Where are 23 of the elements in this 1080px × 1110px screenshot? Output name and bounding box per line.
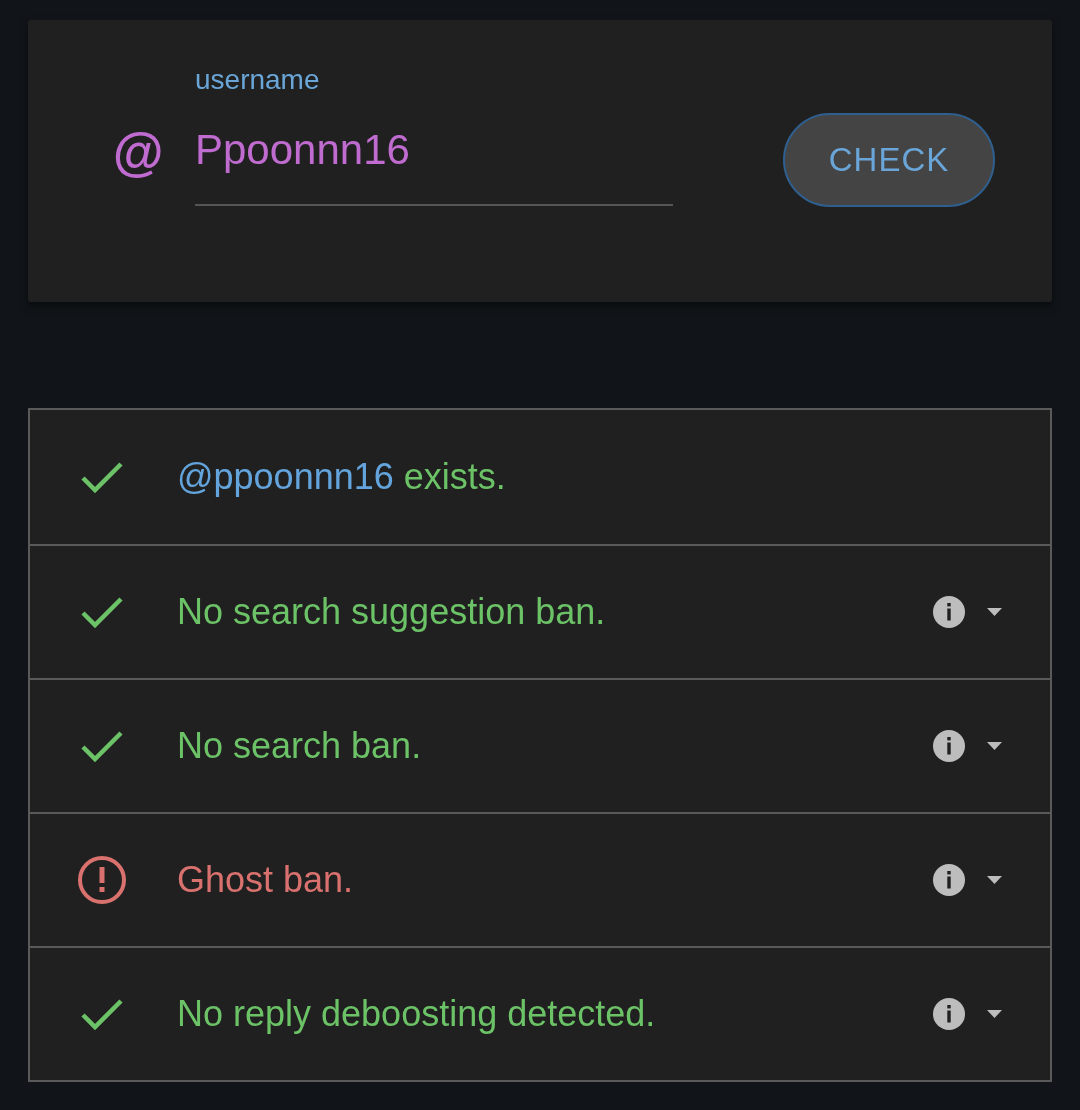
check-icon — [80, 729, 124, 763]
result-text: No reply deboosting detected. — [177, 996, 656, 1032]
info-icon[interactable] — [933, 730, 965, 762]
caret-icon[interactable] — [987, 742, 1002, 750]
field-label: username — [195, 66, 321, 94]
result-text: Ghost ban. — [177, 862, 354, 898]
check-icon — [80, 595, 124, 629]
username-link[interactable]: @ppoonnn16 — [177, 456, 394, 497]
result-text: No search ban. — [177, 728, 422, 764]
check-button[interactable]: CHECK — [783, 113, 995, 207]
result-text: @ppoonnn16 exists. — [177, 459, 506, 495]
at-sign-icon: @ — [112, 126, 168, 178]
check-icon — [80, 997, 124, 1031]
username-field[interactable]: Ppoonnn16 — [195, 122, 673, 206]
info-icon[interactable] — [933, 864, 965, 896]
result-text: No search suggestion ban. — [177, 594, 606, 630]
info-icon[interactable] — [933, 596, 965, 628]
caret-icon[interactable] — [987, 1010, 1002, 1018]
info-icon[interactable] — [933, 998, 965, 1030]
caret-icon[interactable] — [987, 608, 1002, 616]
caret-icon[interactable] — [987, 876, 1002, 884]
check-icon — [80, 460, 124, 494]
error-icon — [77, 855, 127, 905]
